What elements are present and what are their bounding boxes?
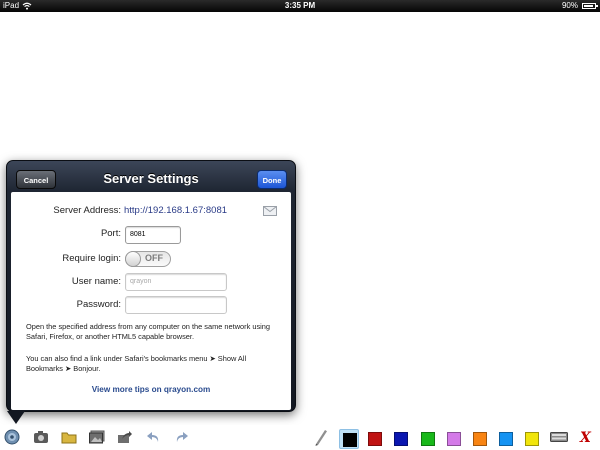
color-swatch[interactable] <box>391 429 411 449</box>
popover-arrow <box>7 411 25 424</box>
bottom-toolbar: X <box>0 425 600 450</box>
dialog-title: Server Settings <box>103 171 199 186</box>
color-swatch[interactable] <box>444 429 464 449</box>
color-swatch[interactable] <box>522 429 542 449</box>
battery-level <box>584 5 593 7</box>
status-time: 3:35 PM <box>284 1 316 10</box>
port-field[interactable]: 8081 <box>125 226 181 244</box>
redo-icon[interactable] <box>173 430 189 444</box>
settings-panel: Server Address: http://192.168.1.67:8081… <box>11 192 291 410</box>
username-field[interactable]: qrayon <box>125 273 227 291</box>
require-login-toggle[interactable]: OFF <box>125 251 171 267</box>
server-settings-popover: Cancel Server Settings Done Server Addre… <box>6 160 296 412</box>
close-icon[interactable]: X <box>580 431 591 445</box>
undo-icon[interactable] <box>146 430 162 444</box>
password-label: Password: <box>76 299 121 310</box>
info-text-1: Open the specified address from any comp… <box>26 322 271 341</box>
toggle-state: OFF <box>145 253 163 263</box>
photos-icon[interactable] <box>89 430 105 444</box>
color-swatch-fill <box>447 432 461 446</box>
color-swatch-fill <box>525 432 539 446</box>
color-swatch[interactable] <box>339 429 359 449</box>
battery-percent: 90% <box>561 1 578 10</box>
tips-link[interactable]: View more tips on qrayon.com <box>11 385 291 394</box>
username-label: User name: <box>71 276 121 287</box>
password-field[interactable] <box>125 296 227 314</box>
color-swatch[interactable] <box>365 429 385 449</box>
server-address-label: Server Address: <box>53 205 121 216</box>
status-bar: iPad 3:35 PM 90% <box>0 0 600 12</box>
color-swatch-fill <box>499 432 513 446</box>
toggle-knob <box>125 251 141 267</box>
color-swatch-fill <box>421 432 435 446</box>
server-address-link[interactable]: http://192.168.1.67:8081 <box>124 205 227 216</box>
color-swatch-fill <box>473 432 487 446</box>
color-swatch[interactable] <box>418 429 438 449</box>
pen-icon[interactable] <box>313 428 329 446</box>
battery-icon <box>582 3 598 9</box>
keyboard-icon[interactable] <box>550 432 568 442</box>
color-swatch[interactable] <box>496 429 516 449</box>
color-swatch-fill <box>343 433 357 447</box>
camera-icon[interactable] <box>33 430 49 444</box>
folder-icon[interactable] <box>61 430 77 444</box>
info-text-2: You can also find a link under Safari's … <box>26 354 247 373</box>
color-swatch-fill <box>394 432 408 446</box>
share-icon[interactable] <box>117 430 133 444</box>
settings-icon[interactable] <box>4 429 20 445</box>
require-login-label: Require login: <box>62 253 121 264</box>
mail-icon[interactable] <box>263 206 277 216</box>
port-label: Port: <box>100 228 121 239</box>
color-swatch-fill <box>368 432 382 446</box>
done-button[interactable]: Done <box>257 170 287 189</box>
color-swatch[interactable] <box>470 429 490 449</box>
